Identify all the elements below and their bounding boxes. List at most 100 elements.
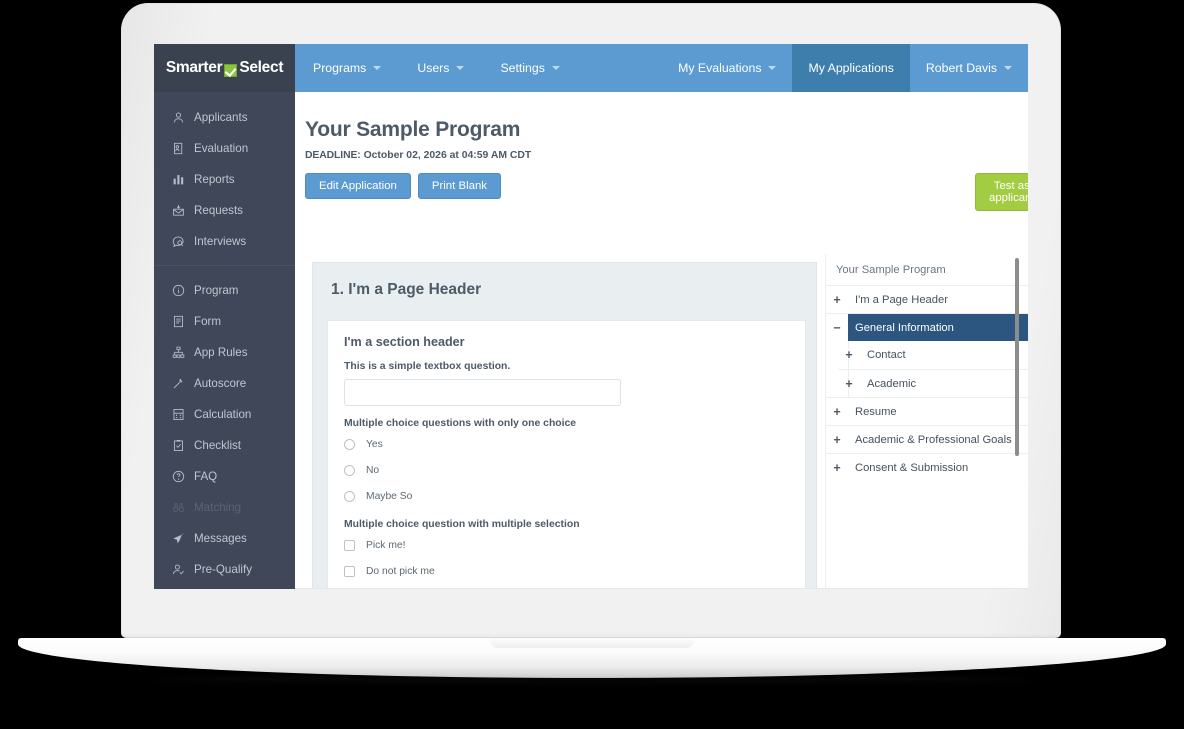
sidebar-item-calculation[interactable]: Calculation (154, 399, 295, 430)
sitemap-icon (172, 346, 185, 359)
checkbox-question-label: Multiple choice question with multiple s… (344, 519, 580, 530)
sidebar-item-faq[interactable]: FAQ (154, 461, 295, 492)
deadline-value: October 02, 2026 at 04:59 AM CDT (363, 150, 532, 161)
sidebar-item-autoscore[interactable]: Autoscore (154, 368, 295, 399)
radio-circle-icon[interactable] (344, 491, 355, 502)
envelope-down-icon (172, 204, 185, 217)
checkbox-square-icon[interactable] (344, 540, 355, 551)
collapse-toggle-icon[interactable]: − (826, 321, 848, 335)
magic-wand-icon (172, 377, 185, 390)
expand-toggle-icon[interactable]: + (838, 377, 860, 391)
browser-viewport: Smarter Select Programs Users Settings M… (154, 44, 1028, 589)
checkbox-option[interactable]: Do not pick me (344, 561, 789, 582)
radio-option[interactable]: Yes (344, 434, 789, 455)
nav-item-label: My Applications (808, 61, 894, 75)
sidebar-item-label: Calculation (194, 408, 252, 421)
sidebar-item-label: Autoscore (194, 377, 247, 390)
nav-item-settings[interactable]: Settings (482, 44, 577, 92)
edit-application-button[interactable]: Edit Application (305, 173, 411, 199)
sidebar-item-interviews[interactable]: Interviews (154, 226, 295, 257)
form-page-header: 1. I'm a Page Header (331, 281, 482, 298)
nav-item-programs[interactable]: Programs (295, 44, 399, 92)
form-section-header: I'm a section header (344, 335, 465, 349)
tree-row[interactable]: + Academic (838, 369, 1028, 397)
sidebar-item-label: Reports (194, 173, 235, 186)
tree-row-label: Resume (855, 405, 897, 418)
tree-row-label: General Information (855, 321, 954, 334)
tree-row[interactable]: + I'm a Page Header (826, 285, 1028, 313)
action-button-row: Edit Application Print Blank (305, 173, 501, 199)
nav-item-my-evaluations[interactable]: My Evaluations (662, 44, 792, 92)
content-bottom-edge (295, 588, 1028, 589)
top-navigation-bar: Smarter Select Programs Users Settings M… (154, 44, 1028, 92)
sidebar-item-evaluation[interactable]: Evaluation (154, 133, 295, 164)
tree-row[interactable]: + Resume (826, 397, 1028, 425)
sidebar-item-label: App Rules (194, 346, 248, 359)
sidebar-item-requests[interactable]: Requests (154, 195, 295, 226)
sidebar-item-messages[interactable]: Messages (154, 523, 295, 554)
textbox-question-label: This is a simple textbox question. (344, 361, 511, 372)
nav-item-robert-davis[interactable]: Robert Davis (910, 44, 1028, 92)
sidebar-item-label: Interviews (194, 235, 247, 248)
textbox-input[interactable] (344, 379, 621, 406)
sidebar-item-applicants[interactable]: Applicants (154, 102, 295, 133)
sidebar-item-label: Form (194, 315, 222, 328)
binoculars-icon (172, 501, 185, 514)
tree-row[interactable]: + Consent & Submission (826, 453, 1028, 481)
nav-primary-group: Programs Users Settings (295, 44, 578, 92)
tree-row[interactable]: + Contact (838, 341, 1028, 369)
tree-row-selected[interactable]: − General Information (826, 313, 1028, 341)
sidebar-item-app-rules[interactable]: App Rules (154, 337, 295, 368)
sidebar-item-checklist[interactable]: Checklist (154, 430, 295, 461)
nav-secondary-group: My Evaluations My Applications Robert Da… (662, 44, 1028, 92)
expand-toggle-icon[interactable]: + (826, 405, 848, 419)
expand-toggle-icon[interactable]: + (838, 348, 860, 362)
deadline-label: DEADLINE: (305, 150, 361, 161)
deadline-text: DEADLINE: October 02, 2026 at 04:59 AM C… (305, 150, 531, 161)
checkbox-square-icon[interactable] (344, 566, 355, 577)
chevron-down-icon (768, 66, 777, 70)
calculator-icon (172, 408, 185, 421)
expand-toggle-icon[interactable]: + (826, 461, 848, 475)
checkbox-option[interactable]: Pick me! (344, 535, 789, 556)
checkbox-option-label: Pick me! (366, 540, 406, 551)
sidebar-item-label: Program (194, 284, 239, 297)
sidebar-item-matching: Matching (154, 492, 295, 523)
sidebar-item-label: Pre-Qualify (194, 563, 252, 576)
outline-scrollbar-thumb[interactable] (1015, 258, 1019, 456)
application-outline-panel: Your Sample Program + I'm a Page Header … (825, 254, 1028, 589)
test-as-applicant-button[interactable]: Test as applicant (975, 173, 1028, 211)
tree-row-label: I'm a Page Header (855, 293, 948, 306)
tree-row-label: Academic (867, 377, 917, 390)
document-icon (172, 315, 185, 328)
expand-toggle-icon[interactable]: + (826, 293, 848, 307)
expand-toggle-icon[interactable]: + (826, 433, 848, 447)
clipboard-person-icon (172, 142, 185, 155)
nav-item-my-applications[interactable]: My Applications (792, 44, 910, 92)
sidebar-item-pre-qualify[interactable]: Pre-Qualify (154, 554, 295, 585)
chevron-down-icon (551, 66, 560, 70)
nav-item-label: Robert Davis (925, 61, 997, 75)
sidebar-item-label: Evaluation (194, 142, 249, 155)
tree-row[interactable]: + Academic & Professional Goals (826, 425, 1028, 453)
sidebar-item-label: Matching (194, 501, 242, 514)
radio-question-label: Multiple choice questions with only one … (344, 418, 577, 429)
print-blank-button[interactable]: Print Blank (417, 173, 501, 199)
sidebar-item-program[interactable]: Program (154, 275, 295, 306)
left-sidebar: Applicants Evaluation Reports Requests I… (154, 92, 295, 589)
radio-circle-icon[interactable] (344, 465, 355, 476)
nav-item-label: Users (417, 61, 450, 75)
sidebar-item-form[interactable]: Form (154, 306, 295, 337)
paper-plane-icon (172, 532, 185, 545)
sidebar-item-label: FAQ (194, 470, 218, 483)
brand-logo[interactable]: Smarter Select (154, 44, 295, 92)
radio-option[interactable]: Maybe So (344, 486, 789, 507)
nav-item-users[interactable]: Users (399, 44, 482, 92)
nav-item-label: Settings (500, 61, 545, 75)
radio-option[interactable]: No (344, 460, 789, 481)
laptop-mockup: Smarter Select Programs Users Settings M… (0, 0, 1184, 729)
laptop-base-notch (490, 638, 694, 648)
radio-circle-icon[interactable] (344, 439, 355, 450)
sidebar-item-reports[interactable]: Reports (154, 164, 295, 195)
user-outline-icon (172, 111, 185, 124)
